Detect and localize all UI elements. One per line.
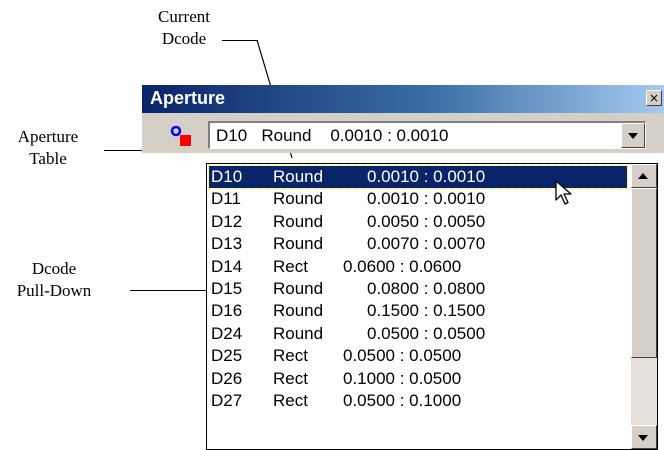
dcode-item-code: D10 bbox=[211, 167, 243, 186]
dcode-item-shape: Round bbox=[273, 167, 324, 186]
dcode-list-item[interactable]: D12 Round 0.0050 : 0.0050 bbox=[209, 211, 627, 233]
dcode-item-shape: Round bbox=[273, 189, 324, 209]
scroll-thumb[interactable] bbox=[631, 188, 657, 358]
dcode-combobox-value: D10 Round 0.0010 : 0.0010 bbox=[216, 126, 449, 145]
aperture-toolbar: Aperture × D10 Round 0.0010 : 0.0010 bbox=[142, 85, 664, 153]
dcode-dropdown-button[interactable] bbox=[621, 123, 645, 148]
dcode-list-item[interactable]: D14 Rect 0.0600 : 0.0600 bbox=[209, 256, 627, 278]
dcode-item-size: 0.0500 : 0.0500 bbox=[367, 323, 486, 343]
dcode-combobox[interactable]: D10 Round 0.0010 : 0.0010 bbox=[208, 121, 646, 149]
dcode-item-code: D11 bbox=[211, 189, 241, 209]
callout-dcode-pulldown-line2: Pull-Down bbox=[16, 281, 92, 300]
aperture-titlebar[interactable]: Aperture × bbox=[142, 85, 664, 113]
dcode-list-item[interactable]: D13 Round 0.0070 : 0.0070 bbox=[209, 233, 627, 255]
dcode-item-shape: Round bbox=[273, 301, 324, 321]
aperture-icon[interactable] bbox=[170, 125, 192, 147]
dcode-list-item[interactable]: D26 Rect 0.1000 : 0.0500 bbox=[209, 368, 627, 390]
dcode-item-shape: Rect bbox=[273, 368, 308, 388]
dcode-item-code: D25 bbox=[211, 346, 243, 366]
dcode-item-code: D27 bbox=[211, 391, 243, 410]
dcode-pulldown-list[interactable]: D10 Round 0.0010 : 0.0010 D11 Round 0.0010 : … bbox=[206, 163, 658, 450]
dcode-item-size: 0.1500 : 0.1500 bbox=[367, 301, 486, 321]
close-icon: × bbox=[648, 91, 660, 105]
dcode-item-size: 0.0500 : 0.1000 bbox=[343, 391, 462, 410]
dcode-item-code: D14 bbox=[211, 256, 243, 276]
dcode-list-item[interactable]: D24 Round 0.0500 : 0.0500 bbox=[209, 323, 627, 345]
dcode-item-code: D12 bbox=[211, 211, 243, 231]
dcode-item-code: D24 bbox=[211, 323, 243, 343]
callout-aperture-table-line1: Aperture bbox=[17, 127, 79, 146]
callout-aperture-table: Aperture Table bbox=[0, 126, 96, 170]
chevron-up-icon bbox=[638, 173, 648, 179]
dcode-item-size: 0.0070 : 0.0070 bbox=[367, 234, 486, 254]
dcode-item-size: 0.0010 : 0.0010 bbox=[367, 189, 486, 209]
dcode-item-size: 0.0600 : 0.0600 bbox=[343, 256, 462, 276]
dcode-item-code: D13 bbox=[211, 234, 243, 254]
dcode-item-shape: Rect bbox=[273, 346, 308, 366]
scroll-up-button[interactable] bbox=[631, 164, 657, 188]
callout-dcode-pulldown-leader bbox=[130, 290, 206, 291]
scroll-down-button[interactable] bbox=[631, 425, 657, 449]
mouse-pointer-icon bbox=[555, 180, 572, 205]
callout-dcode-pulldown-line1: Dcode bbox=[31, 259, 77, 278]
dcode-item-size: 0.1000 : 0.0500 bbox=[343, 368, 462, 388]
callout-dcode-pulldown: Dcode Pull-Down bbox=[0, 258, 108, 302]
dcode-item-code: D15 bbox=[211, 279, 243, 298]
dcode-item-shape: Round bbox=[273, 279, 324, 298]
chevron-down-icon bbox=[638, 435, 648, 441]
dcode-item-shape: Round bbox=[273, 234, 324, 254]
callout-aperture-table-line2: Table bbox=[29, 149, 67, 168]
dcode-list-item[interactable]: D27 Rect 0.0500 : 0.1000 bbox=[209, 390, 627, 412]
aperture-title: Aperture bbox=[150, 88, 226, 108]
list-scrollbar[interactable] bbox=[631, 164, 657, 449]
chevron-down-icon bbox=[628, 133, 638, 139]
dcode-list-item[interactable]: D15 Round 0.0800 : 0.0800 bbox=[209, 278, 627, 300]
dcode-item-shape: Rect bbox=[273, 256, 308, 276]
dcode-item-size: 0.0050 : 0.0050 bbox=[367, 211, 486, 231]
close-button[interactable]: × bbox=[646, 90, 662, 106]
dcode-item-shape: Round bbox=[273, 211, 324, 231]
dcode-item-shape: Rect bbox=[273, 391, 308, 410]
dcode-item-code: D26 bbox=[211, 368, 243, 388]
dcode-item-size: 0.0010 : 0.0010 bbox=[367, 167, 486, 186]
dcode-item-shape: Round bbox=[273, 323, 324, 343]
dcode-list-item[interactable]: D25 Rect 0.0500 : 0.0500 bbox=[209, 345, 627, 367]
dcode-list-item[interactable]: D16 Round 0.1500 : 0.1500 bbox=[209, 300, 627, 322]
dcode-item-code: D16 bbox=[211, 301, 243, 321]
dcode-item-size: 0.0500 : 0.0500 bbox=[343, 346, 462, 366]
dcode-item-size: 0.0800 : 0.0800 bbox=[367, 279, 486, 298]
